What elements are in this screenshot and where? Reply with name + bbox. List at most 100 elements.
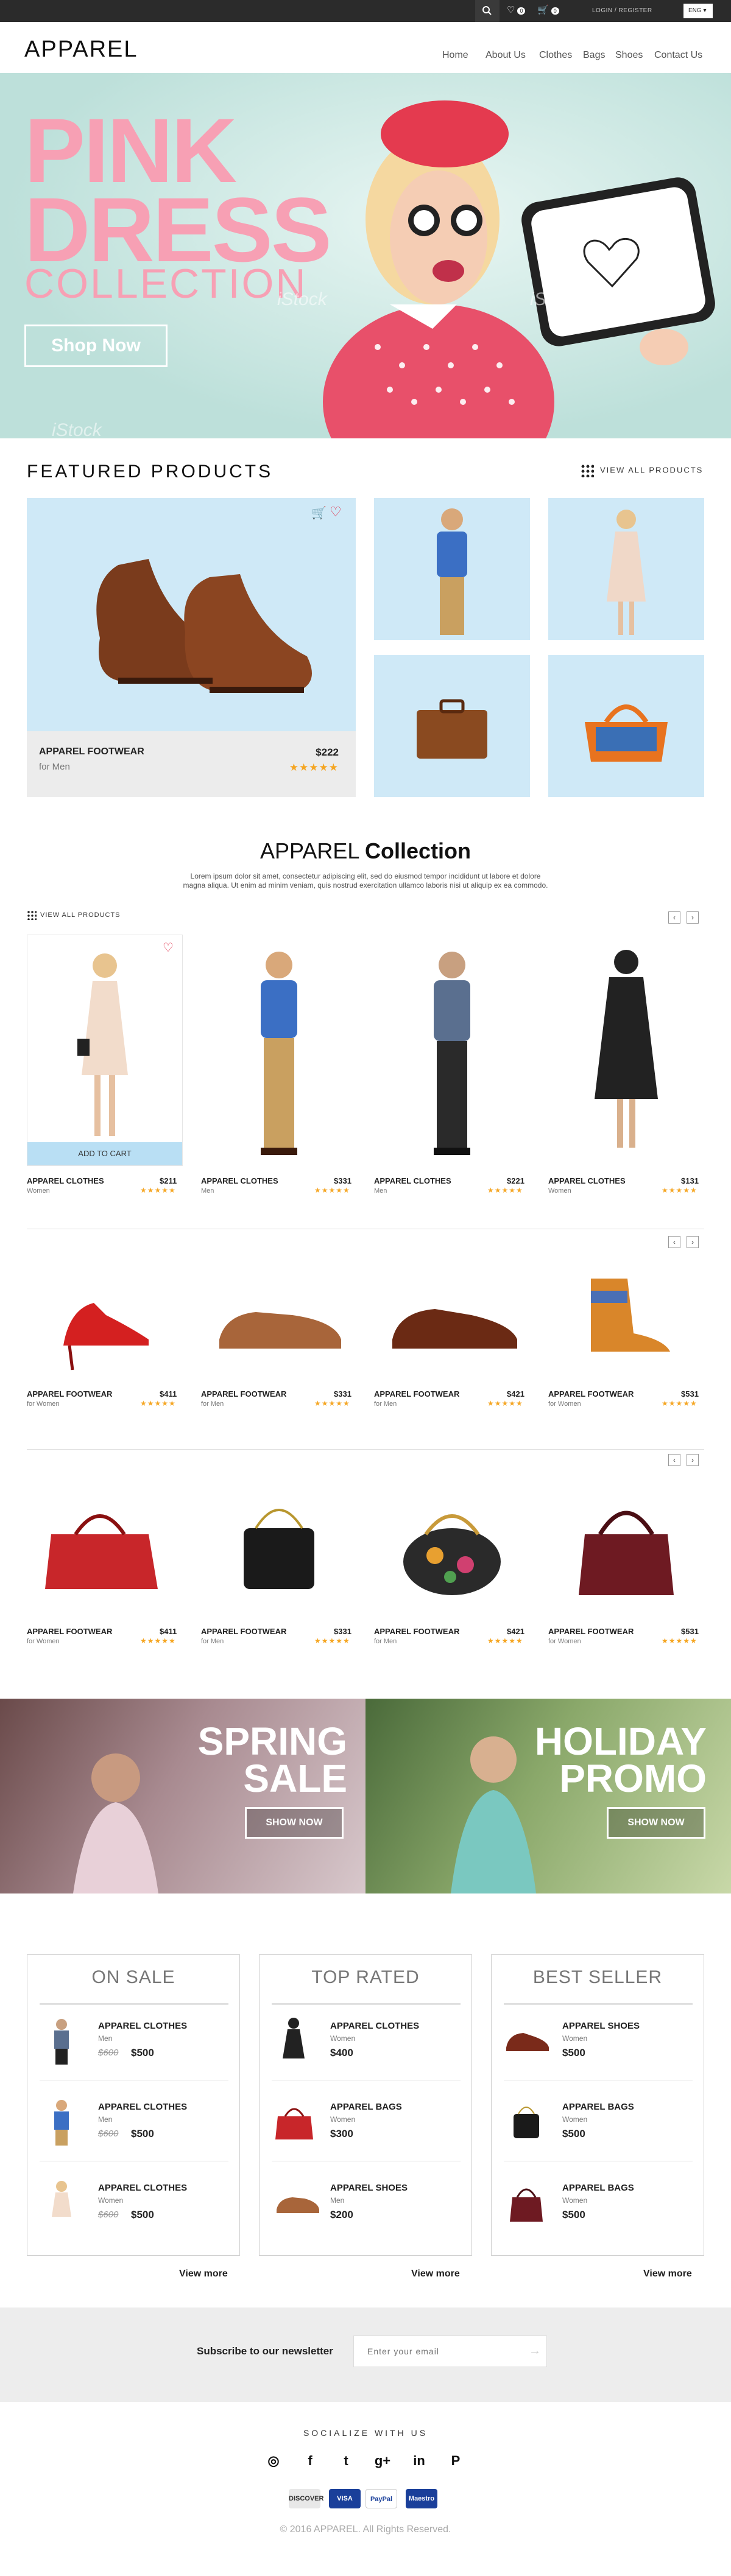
product-card[interactable] (201, 1479, 357, 1607)
best-seller-item1-name[interactable]: APPAREL SHOES (562, 2021, 640, 2031)
row1-card1-sub: Women (27, 1187, 50, 1195)
row2-card3-sub: for Men (374, 1400, 397, 1408)
featured-main-name: APPAREL FOOTWEAR (39, 746, 144, 757)
featured-thumb-bag[interactable] (548, 655, 704, 797)
product-card[interactable] (27, 1254, 183, 1376)
row2-card2-name: APPAREL FOOTWEAR (201, 1389, 287, 1399)
add-to-cart-button[interactable]: ADD TO CART (27, 1142, 182, 1165)
linkedin-icon[interactable]: in (409, 2451, 429, 2471)
cart-icon[interactable]: 🛒 (311, 505, 327, 521)
holiday-title-line-2: PROMO (559, 1756, 707, 1800)
cart-icon[interactable]: 🛒 0 (537, 4, 559, 15)
product-card[interactable] (374, 935, 530, 1166)
row2-card2-price: $331 (334, 1389, 351, 1399)
heart-icon[interactable]: ♡ (163, 940, 174, 955)
product-card[interactable] (548, 935, 704, 1166)
row2-card3-price: $421 (507, 1389, 524, 1399)
row2-card4-sub: for Women (548, 1400, 581, 1408)
nav-shoes[interactable]: Shoes (615, 50, 643, 61)
product-card[interactable] (374, 1254, 530, 1376)
holiday-show-now-button[interactable]: SHOW NOW (607, 1807, 705, 1839)
login-register-link[interactable]: LOGIN / REGISTER (592, 7, 652, 14)
language-select[interactable]: ENG ▾ (683, 4, 713, 18)
brown-loafers-image (219, 1312, 341, 1349)
submit-arrow-icon[interactable]: → (529, 2344, 541, 2358)
search-icon[interactable] (475, 0, 500, 22)
wishlist-icon[interactable]: ♡ 0 (507, 4, 526, 15)
row2-next-arrow[interactable]: › (687, 1236, 699, 1248)
collection-view-all-label: VIEW ALL PRODUCTS (40, 911, 121, 919)
best-seller-item1-sub: Women (562, 2034, 588, 2043)
product-card[interactable] (374, 1479, 530, 1607)
row2-card3-rating: ★★★★★ (487, 1399, 523, 1408)
burgundy-bag-image (579, 1511, 674, 1595)
featured-view-all[interactable]: VIEW ALL PRODUCTS (581, 464, 703, 477)
spring-show-now-button[interactable]: SHOW NOW (245, 1807, 344, 1839)
featured-thumb-woman[interactable] (548, 498, 704, 640)
row3-next-arrow[interactable]: › (687, 1454, 699, 1466)
top-rated-item2-name[interactable]: APPAREL BAGS (330, 2102, 402, 2112)
brown-oxfords-image (392, 1309, 517, 1349)
product-card[interactable] (548, 1254, 704, 1376)
nav-contact-us[interactable]: Contact Us (654, 50, 702, 61)
best-seller-item2-sub: Women (562, 2115, 588, 2124)
top-rated-item2-sub: Women (330, 2115, 356, 2124)
google-plus-icon[interactable]: g+ (372, 2451, 393, 2471)
best-seller-view-more[interactable]: View more (643, 2269, 692, 2279)
paypal-icon: PayPal (366, 2489, 397, 2508)
row1-card4-rating: ★★★★★ (662, 1186, 697, 1195)
row3-card4-rating: ★★★★★ (662, 1637, 697, 1645)
product-card[interactable] (201, 1254, 357, 1376)
on-sale-item3-name[interactable]: APPAREL CLOTHES (98, 2183, 187, 2193)
product-card[interactable] (27, 1479, 183, 1607)
on-sale-view-more[interactable]: View more (179, 2269, 228, 2279)
row3-card2-sub: for Men (201, 1638, 224, 1645)
heart-icon[interactable]: ♡ (330, 504, 342, 520)
logo[interactable]: APPAREL (24, 37, 138, 63)
row1-card3-price: $221 (507, 1176, 524, 1185)
orange-boots-image (591, 1279, 670, 1352)
on-sale-item3-price: $500 (131, 2209, 154, 2220)
top-rated-item1-name[interactable]: APPAREL CLOTHES (330, 2021, 419, 2031)
shop-now-button[interactable]: Shop Now (24, 325, 168, 367)
top-rated-item3-name[interactable]: APPAREL SHOES (330, 2183, 408, 2193)
row3-prev-arrow[interactable]: ‹ (668, 1454, 680, 1466)
featured-main-product[interactable]: 🛒 ♡ (27, 498, 356, 731)
product-card[interactable] (201, 935, 357, 1166)
row2-card2-rating: ★★★★★ (314, 1399, 350, 1408)
newsletter-email-input[interactable] (353, 2336, 547, 2367)
product-card[interactable]: ♡ ADD TO CART (27, 935, 183, 1166)
row2-prev-arrow[interactable]: ‹ (668, 1236, 680, 1248)
row1-prev-arrow[interactable]: ‹ (668, 911, 680, 924)
row3-card3-rating: ★★★★★ (487, 1637, 523, 1645)
holiday-promo-banner[interactable]: HOLIDAY PROMO SHOW NOW (366, 1699, 731, 1893)
top-rated-view-more[interactable]: View more (411, 2269, 460, 2279)
row2-card4-price: $531 (681, 1389, 699, 1399)
best-seller-item2-name[interactable]: APPAREL BAGS (562, 2102, 634, 2112)
on-sale-item1-name[interactable]: APPAREL CLOTHES (98, 2021, 187, 2031)
facebook-icon[interactable]: f (300, 2451, 320, 2471)
spring-sale-banner[interactable]: SPRING SALE SHOW NOW (0, 1699, 366, 1893)
best-seller-item3-name[interactable]: APPAREL BAGS (562, 2183, 634, 2193)
pinterest-icon[interactable]: P (445, 2451, 466, 2471)
twitter-icon[interactable]: t (336, 2451, 356, 2471)
best-seller-item3-image (510, 2188, 543, 2222)
collection-title-light: APPAREL (260, 838, 366, 863)
product-card[interactable] (548, 1479, 704, 1607)
on-sale-item2-name[interactable]: APPAREL CLOTHES (98, 2102, 187, 2112)
featured-thumb-briefcase[interactable] (374, 655, 530, 797)
on-sale-title: ON SALE (91, 1967, 175, 1987)
featured-thumb-man[interactable] (374, 498, 530, 640)
nav-bags[interactable]: Bags (583, 50, 605, 61)
row2-card1-rating: ★★★★★ (140, 1399, 176, 1408)
row2-card1-sub: for Women (27, 1400, 60, 1408)
nav-clothes[interactable]: Clothes (539, 50, 572, 61)
nav-home[interactable]: Home (442, 50, 468, 61)
featured-main-rating: ★★★★★ (289, 762, 339, 773)
collection-view-all[interactable]: VIEW ALL PRODUCTS (27, 910, 121, 920)
row1-card1-name: APPAREL CLOTHES (27, 1176, 104, 1185)
instagram-icon[interactable]: ◎ (263, 2451, 284, 2471)
row1-next-arrow[interactable]: › (687, 911, 699, 924)
nav-about-us[interactable]: About Us (486, 50, 526, 61)
spring-model-image (73, 1753, 158, 1893)
